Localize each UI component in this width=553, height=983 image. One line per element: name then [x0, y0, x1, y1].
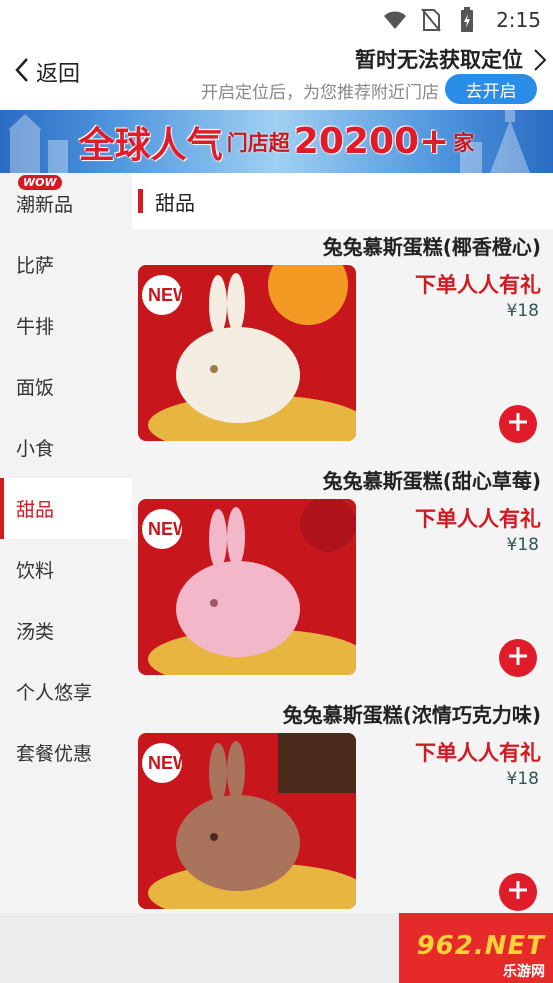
status-time: 2:15 [496, 8, 541, 32]
sidebar-item-desserts[interactable]: 甜品 [0, 478, 132, 539]
sidebar-item-label: 比萨 [16, 255, 55, 277]
new-tag: NEW [148, 753, 190, 773]
product-card[interactable]: 兔兔慕斯蛋糕(浓情巧克力味) NEW 下单人人有礼 ¥18 [132, 697, 553, 913]
location-hint: 开启定位后，为您推荐附近门店 [201, 83, 439, 103]
product-name: 兔兔慕斯蛋糕(椰香橙心) [322, 235, 541, 259]
bottom-bar: 962.NET 乐游网 [0, 913, 553, 983]
enable-location-button[interactable]: 去开启 [445, 74, 537, 104]
banner-headline: 全球人气 [78, 124, 223, 166]
sidebar-item-label: 牛排 [16, 316, 55, 338]
new-tag: NEW [148, 519, 190, 539]
product-promo: 下单人人有礼 [415, 507, 541, 531]
sidebar-item-label: 甜品 [16, 499, 55, 521]
back-label: 返回 [36, 62, 81, 87]
add-to-cart-button[interactable] [499, 405, 537, 443]
checkout-area[interactable]: 962.NET 乐游网 [399, 913, 553, 983]
new-tag: NEW [148, 285, 190, 305]
sidebar-item-new[interactable]: WOW 潮新品 [0, 173, 132, 234]
chevron-right-icon[interactable] [533, 48, 547, 76]
product-name: 兔兔慕斯蛋糕(浓情巧克力味) [282, 703, 541, 727]
promo-banner[interactable]: 全球人气 门店超 20200+ 家 [0, 110, 553, 173]
banner-number: 20200+ [293, 121, 450, 162]
sidebar-item-drinks[interactable]: 饮料 [0, 539, 132, 600]
product-card[interactable]: 兔兔慕斯蛋糕(甜心草莓) NEW 下单人人有礼 ¥18 [132, 463, 553, 697]
product-promo: 下单人人有礼 [415, 273, 541, 297]
battery-charging-icon [454, 7, 480, 33]
sidebar-item-snacks[interactable]: 小食 [0, 417, 132, 478]
wifi-icon [382, 7, 408, 33]
watermark-bottom: 乐游网 [503, 964, 545, 980]
plus-icon [507, 411, 529, 437]
banner-text-1: 门店超 [226, 130, 290, 155]
section-title: 甜品 [155, 190, 195, 215]
product-price: ¥18 [506, 535, 539, 555]
product-price: ¥18 [506, 301, 539, 321]
sidebar-item-combos[interactable]: 套餐优惠 [0, 722, 132, 783]
product-image[interactable]: NEW [138, 499, 356, 675]
chevron-left-icon [14, 57, 30, 87]
sidebar-item-label: 小食 [16, 438, 55, 460]
sidebar-item-label: 潮新品 [16, 194, 74, 216]
product-promo: 下单人人有礼 [415, 741, 541, 765]
banner-text-2: 家 [453, 130, 475, 155]
sidebar-item-personal[interactable]: 个人悠享 [0, 661, 132, 722]
sidebar-item-label: 汤类 [16, 621, 55, 643]
sidebar-item-noodles-rice[interactable]: 面饭 [0, 356, 132, 417]
sidebar-item-steak[interactable]: 牛排 [0, 295, 132, 356]
no-sim-icon [418, 7, 444, 33]
watermark-top: 962.NET [416, 931, 545, 961]
sidebar-item-label: 套餐优惠 [16, 743, 93, 765]
sidebar-item-label: 个人悠享 [16, 682, 93, 704]
add-to-cart-button[interactable] [499, 873, 537, 911]
section-marker [138, 189, 143, 213]
product-list: 甜品 兔兔慕斯蛋糕(椰香橙心) NEW 下单人人有礼 ¥18 兔兔慕斯蛋糕(甜心… [132, 173, 553, 913]
status-bar: 2:15 [0, 0, 553, 40]
section-header: 甜品 [132, 173, 553, 229]
plus-icon [507, 645, 529, 671]
location-title[interactable]: 暂时无法获取定位 [355, 44, 523, 74]
sidebar-item-label: 饮料 [16, 560, 55, 582]
product-card[interactable]: 兔兔慕斯蛋糕(椰香橙心) NEW 下单人人有礼 ¥18 [132, 229, 553, 463]
category-sidebar: WOW 潮新品 比萨 牛排 面饭 小食 甜品 饮料 汤类 个人悠享 套餐优惠 [0, 173, 132, 913]
sidebar-item-soups[interactable]: 汤类 [0, 600, 132, 661]
product-image[interactable]: NEW [138, 733, 356, 909]
wow-badge: WOW [18, 175, 62, 190]
add-to-cart-button[interactable] [499, 639, 537, 677]
product-price: ¥18 [506, 769, 539, 789]
product-name: 兔兔慕斯蛋糕(甜心草莓) [322, 469, 541, 493]
plus-icon [507, 879, 529, 905]
sidebar-item-pizza[interactable]: 比萨 [0, 234, 132, 295]
header: 返回 暂时无法获取定位 开启定位后，为您推荐附近门店 去开启 [0, 40, 553, 110]
product-image[interactable]: NEW [138, 265, 356, 441]
watermark-logo: 962.NET 乐游网 [417, 931, 545, 981]
back-button[interactable]: 返回 [14, 56, 80, 88]
sidebar-item-label: 面饭 [16, 377, 55, 399]
